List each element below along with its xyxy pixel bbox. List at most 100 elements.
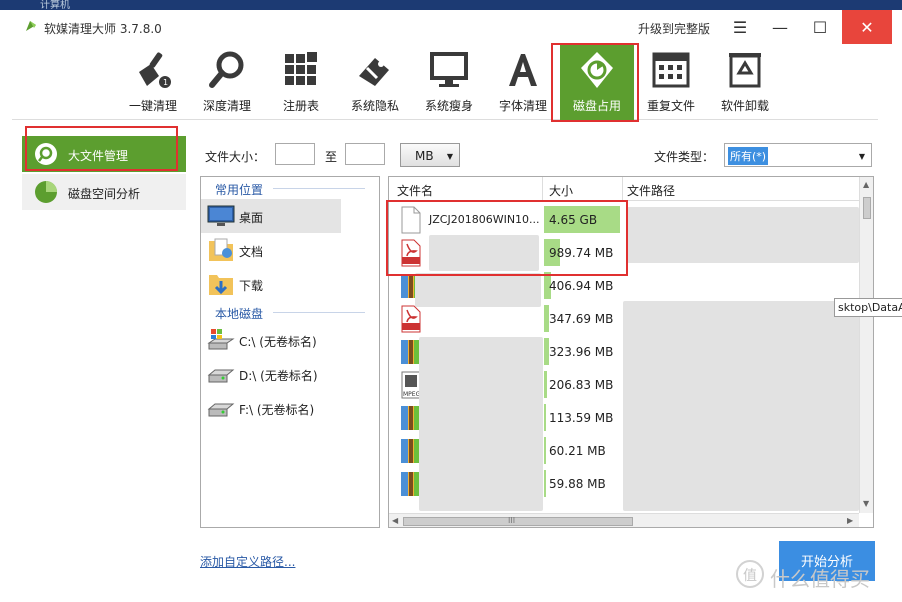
size-cell: 4.65 GB [544, 206, 622, 233]
redacted-path [627, 207, 859, 263]
file-size: 347.69 MB [549, 312, 614, 326]
windows-drive-icon [207, 329, 235, 350]
size-cell: 347.69 MB [544, 305, 622, 332]
file-name: JZCJ201806WIN10... [429, 213, 540, 226]
tool-uninstall[interactable]: 软件卸载 [708, 44, 782, 120]
size-max-input[interactable] [345, 143, 385, 165]
file-size: 989.74 MB [549, 246, 614, 260]
tool-deep-clean[interactable]: 深度清理 [190, 44, 264, 120]
menu-icon[interactable]: ☰ [720, 10, 760, 44]
tool-registry[interactable]: 注册表 [264, 44, 338, 120]
watermark: 值 什么值得买 [736, 560, 896, 592]
redacted-name [419, 337, 543, 511]
drive-icon [207, 369, 235, 383]
tool-slim[interactable]: 系统瘦身 [412, 44, 486, 120]
size-bar [544, 404, 546, 431]
common-locations-header: 常用位置 [201, 177, 379, 199]
tool-label: 系统隐私 [350, 99, 399, 113]
file-size: 323.96 MB [549, 345, 614, 359]
nav-large-file-manager[interactable]: 大文件管理 [22, 136, 186, 172]
tool-label: 系统瘦身 [424, 99, 473, 113]
location-drive-f[interactable]: F:\ (无卷标名) [201, 391, 379, 425]
maximize-button[interactable]: ☐ [800, 10, 840, 44]
redacted-name [415, 273, 541, 307]
search-file-icon [35, 143, 57, 165]
tool-one-click-clean[interactable]: 1 一键清理 [116, 44, 190, 120]
path-tooltip: sktop\DataAdm [834, 298, 902, 317]
file-list: 文件名 大小 文件路径 JZCJ201806WIN10...4.65 GBD98… [388, 176, 874, 528]
location-documents[interactable]: 文档 [201, 233, 379, 267]
location-drive-d[interactable]: D:\ (无卷标名) [201, 357, 379, 391]
location-downloads[interactable]: 下载 [201, 267, 379, 301]
file-type-value: 所有(*) [728, 147, 769, 165]
tool-label: 注册表 [282, 99, 319, 113]
desktop-icon [207, 205, 235, 226]
tool-label: 深度清理 [202, 99, 251, 113]
scroll-left-icon[interactable]: ◀ [392, 516, 398, 525]
tool-label: 一键清理 [128, 99, 177, 113]
svg-text:MPEG: MPEG [403, 391, 421, 398]
scroll-thumb[interactable] [863, 197, 871, 219]
scroll-down-icon[interactable]: ▼ [863, 499, 869, 508]
scroll-up-icon[interactable]: ▲ [863, 180, 869, 189]
app-title: 软媒清理大师 3.7.8.0 [44, 22, 162, 36]
size-min-input[interactable] [275, 143, 315, 165]
scroll-grip: III [508, 516, 516, 525]
size-cell: 206.83 MB [544, 371, 622, 398]
column-name[interactable]: 文件名 [397, 182, 433, 199]
column-path[interactable]: 文件路径 [627, 182, 675, 199]
scroll-thumb[interactable]: III [403, 516, 633, 526]
letter-a-icon [509, 54, 537, 86]
redacted-name [429, 235, 539, 271]
file-size: 59.88 MB [549, 477, 606, 491]
size-cell: 989.74 MB [544, 239, 622, 266]
pdf-icon [401, 305, 421, 333]
tool-disk-usage[interactable]: 磁盘占用 [560, 44, 634, 120]
app-logo-icon [26, 21, 36, 31]
local-disk-header: 本地磁盘 [201, 301, 379, 323]
size-cell: 406.94 MB [544, 272, 622, 299]
minimize-button[interactable]: — [760, 10, 800, 44]
add-custom-path-link[interactable]: 添加自定义路径... [200, 553, 295, 570]
scroll-right-icon[interactable]: ▶ [847, 516, 853, 525]
location-drive-c[interactable]: C:\ (无卷标名) [201, 323, 379, 357]
chevron-down-icon: ▼ [858, 152, 865, 161]
file-type-label: 文件类型： [654, 150, 715, 164]
locations-panel: 常用位置 桌面 文档 下载 本地磁盘 C:\ (无卷标名) D:\ (无卷标名)… [200, 176, 380, 528]
monitor-icon [430, 52, 468, 87]
size-cell: 113.59 MB [544, 404, 622, 431]
file-size: 4.65 GB [549, 213, 598, 227]
file-list-header: 文件名 大小 文件路径 [389, 177, 859, 201]
nav-label: 磁盘空间分析 [68, 187, 141, 201]
size-bar [544, 371, 547, 398]
location-desktop[interactable]: 桌面 [201, 199, 341, 233]
main-toolbar: 1 一键清理 深度清理 注册表 系统隐私 系统瘦身 字体清理 磁盘占用 重复文件… [12, 44, 878, 120]
watermark-text: 什么值得买 [770, 567, 870, 591]
vertical-scrollbar[interactable]: ▲ ▼ [859, 177, 873, 513]
tool-label: 磁盘占用 [572, 99, 621, 113]
desktop-strip: 计算机 [0, 0, 902, 11]
upgrade-link[interactable]: 升级到完整版 [638, 20, 710, 37]
broom-icon: 1 [139, 52, 171, 88]
nav-disk-space-analysis[interactable]: 磁盘空间分析 [22, 174, 186, 210]
close-button[interactable]: ✕ [842, 10, 892, 44]
tool-font-clean[interactable]: 字体清理 [486, 44, 560, 120]
eraser-icon [359, 58, 389, 86]
chevron-down-icon: ▼ [446, 152, 453, 161]
file-size: 206.83 MB [549, 378, 614, 392]
column-size[interactable]: 大小 [549, 182, 573, 199]
tool-duplicate-files[interactable]: 重复文件 [634, 44, 708, 120]
tool-privacy[interactable]: 系统隐私 [338, 44, 412, 120]
pie-chart-icon [35, 181, 57, 203]
redacted-path [623, 301, 859, 511]
title-bar: 软媒清理大师 3.7.8.0 升级到完整版 ☰ — ☐ ✕ [0, 10, 902, 44]
downloads-folder-icon [209, 275, 233, 295]
registry-grid-icon [285, 52, 317, 85]
file-size: 113.59 MB [549, 411, 614, 425]
size-cell: 60.21 MB [544, 437, 622, 464]
file-type-select[interactable]: 所有(*) ▼ [724, 143, 872, 167]
watermark-logo: 值 [736, 560, 764, 588]
unit-select[interactable]: MB ▼ [400, 143, 460, 167]
horizontal-scrollbar[interactable]: ◀ III ▶ [389, 513, 859, 527]
blank-file-icon [401, 206, 421, 234]
